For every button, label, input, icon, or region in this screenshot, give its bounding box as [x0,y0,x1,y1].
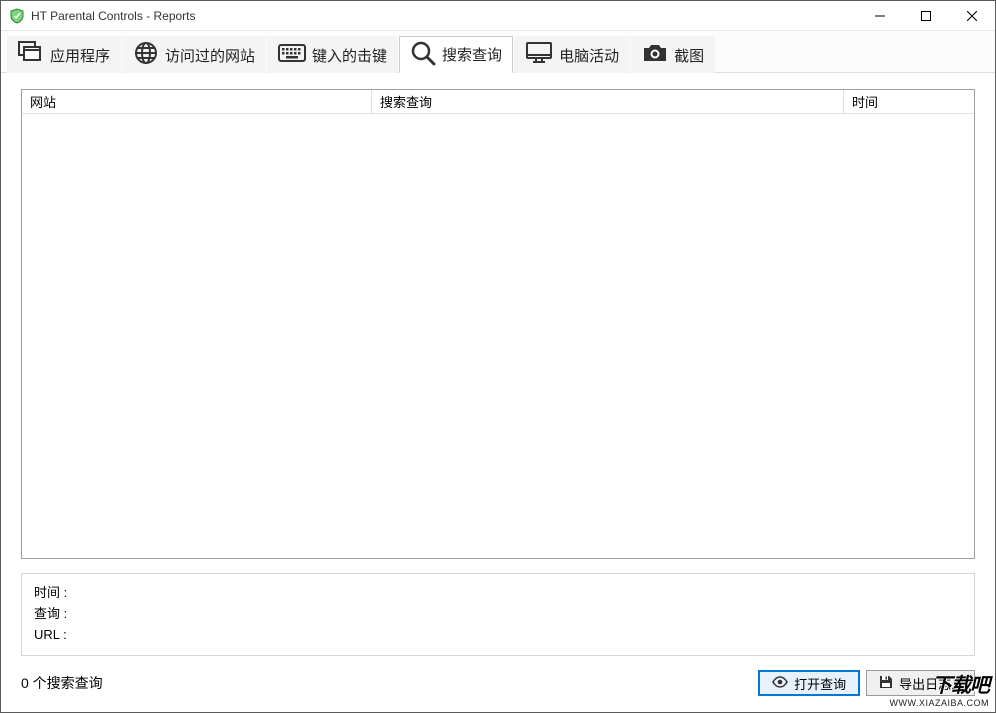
column-time[interactable]: 时间 [844,90,974,113]
detail-query-label: 查询 : [34,603,962,624]
close-button[interactable] [949,1,995,31]
titlebar: HT Parental Controls - Reports [1,1,995,31]
monitor-icon [525,41,553,69]
result-count: 0 个搜索查询 [21,673,103,693]
keyboard-icon [278,42,306,68]
tab-search-queries[interactable]: 搜索查询 [399,36,513,73]
column-site[interactable]: 网站 [22,90,372,113]
tab-screenshots[interactable]: 截图 [631,36,715,73]
window-title: HT Parental Controls - Reports [31,9,196,23]
open-query-button[interactable]: 打开查询 [758,670,860,696]
magnifier-icon [410,40,436,70]
table-header: 网站 搜索查询 时间 [22,90,974,114]
camera-icon [642,42,668,68]
tab-computer-activity[interactable]: 电脑活动 [514,36,630,73]
app-shield-icon [9,8,25,24]
results-table[interactable]: 网站 搜索查询 时间 [21,89,975,559]
tab-label: 键入的击键 [312,45,387,66]
tab-keystrokes[interactable]: 键入的击键 [267,36,398,73]
table-body [22,114,974,558]
tab-label: 应用程序 [50,45,110,66]
watermark-text: 下载吧 [890,669,990,698]
column-query[interactable]: 搜索查询 [372,90,844,113]
tab-applications[interactable]: 应用程序 [7,36,121,73]
tab-websites[interactable]: 访问过的网站 [122,36,266,73]
windows-stack-icon [18,41,44,69]
detail-url-label: URL : [34,624,962,645]
eye-icon [772,676,788,691]
tab-label: 搜索查询 [442,44,502,65]
app-window: HT Parental Controls - Reports 应用程序 [0,0,996,713]
content-area: 网站 搜索查询 时间 时间 : 查询 : URL : 0 个搜索查询 打 [1,73,995,712]
watermark-url: WWW.XIAZAIBA.COM [890,698,990,708]
watermark: 下载吧 WWW.XIAZAIBA.COM [890,669,990,708]
maximize-button[interactable] [903,1,949,31]
button-label: 打开查询 [794,674,846,693]
tab-label: 访问过的网站 [165,45,255,66]
minimize-button[interactable] [857,1,903,31]
footer-bar: 0 个搜索查询 打开查询 [21,670,975,702]
globe-icon [133,41,159,69]
tab-label: 电脑活动 [559,45,619,66]
tab-label: 截图 [674,45,704,66]
tab-row: 应用程序 访问过的网站 [1,31,995,73]
detail-time-label: 时间 : [34,582,962,603]
details-panel: 时间 : 查询 : URL : [21,573,975,656]
